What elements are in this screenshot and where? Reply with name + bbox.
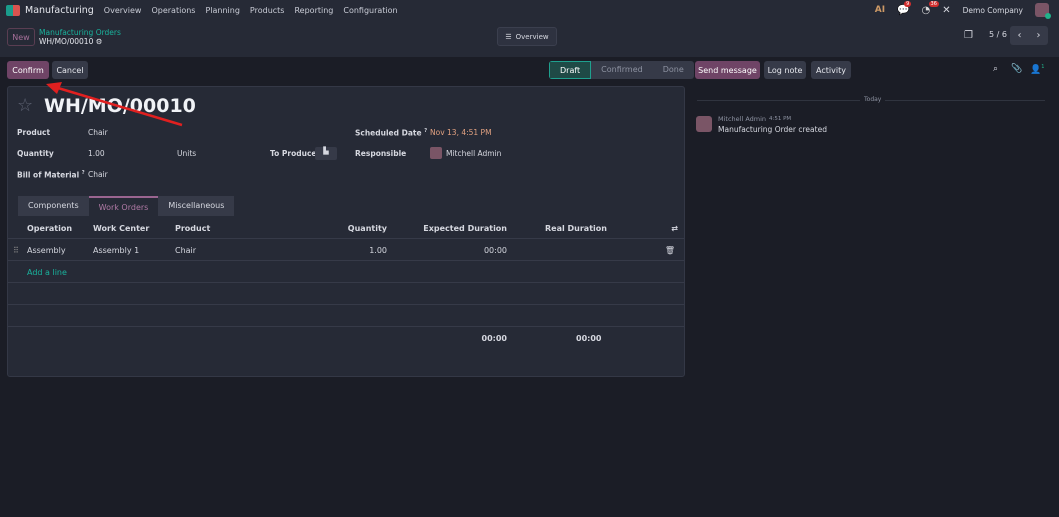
annotation-arrow	[46, 82, 183, 127]
